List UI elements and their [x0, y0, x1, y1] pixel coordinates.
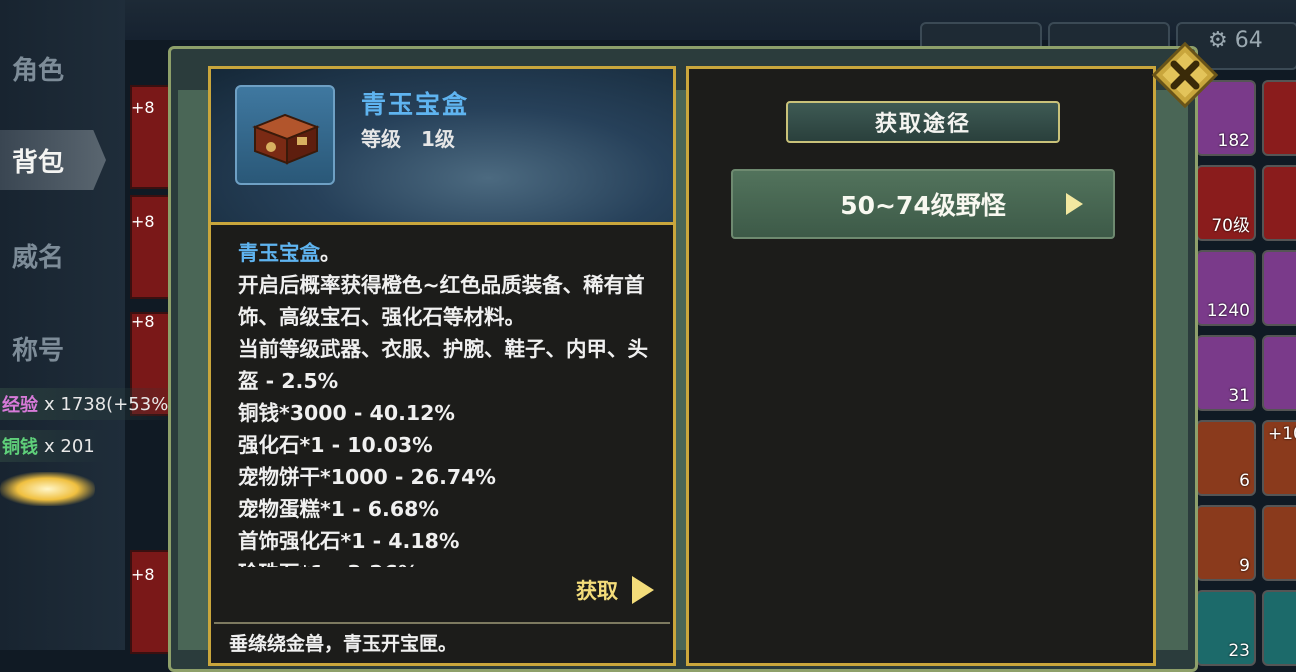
- item-count: 1240: [1206, 301, 1250, 321]
- item-name: 青玉宝盒: [361, 90, 470, 119]
- reward-amount: x 1738(+53%): [44, 393, 176, 415]
- item-level: 等级 1级: [361, 127, 455, 151]
- reward-copper: 铜钱 x 201: [0, 430, 107, 462]
- item-count: +10: [1268, 424, 1296, 444]
- get-button[interactable]: 获取: [576, 575, 654, 605]
- item-icon-box: [235, 85, 335, 185]
- enhance-badge: +8: [131, 212, 155, 231]
- desc-line: 宠物蛋糕*1 - 6.68%: [238, 497, 439, 521]
- source-label: 50~74级野怪: [840, 191, 1006, 220]
- acquisition-panel: 获取途径 50~74级野怪: [686, 66, 1156, 666]
- desc-line: 首饰强化石*1 - 4.18%: [238, 529, 460, 553]
- enhance-badge: +8: [131, 98, 155, 117]
- desc-line: 强化石*1 - 10.03%: [238, 433, 433, 457]
- nav-label: 角色: [12, 55, 65, 86]
- inventory-cell[interactable]: +10: [1262, 420, 1296, 496]
- inventory-cell[interactable]: 9: [1196, 505, 1256, 581]
- item-count: 70级: [1211, 216, 1250, 236]
- item-count: 23: [1228, 641, 1250, 661]
- inventory-cell[interactable]: [1262, 165, 1296, 241]
- treasure-chest-icon: [252, 113, 320, 165]
- desc-line: 珍珠石*1 - 3.26%: [238, 557, 658, 567]
- nav-item-bag[interactable]: 背包: [0, 130, 106, 190]
- item-flavor-text: 垂绦绕金兽，青玉开宝匣。: [229, 633, 458, 655]
- get-label: 获取: [576, 579, 618, 603]
- enhance-badge: +8: [131, 565, 155, 584]
- currency-value: 64: [1234, 28, 1263, 53]
- inventory-cell[interactable]: 1240: [1196, 250, 1256, 326]
- nav-item-fame[interactable]: 威名: [0, 225, 110, 285]
- inventory-cell[interactable]: 南: [1262, 590, 1296, 666]
- inventory-cell[interactable]: [1262, 505, 1296, 581]
- reward-name: 经验: [2, 395, 38, 416]
- inventory-cell[interactable]: [1262, 335, 1296, 411]
- close-icon: [1151, 41, 1219, 109]
- inventory-cell[interactable]: 23: [1196, 590, 1256, 666]
- glow-effect: [0, 472, 95, 506]
- reward-amount: x 201: [44, 435, 95, 457]
- reward-name: 铜钱: [2, 437, 38, 458]
- play-arrow-icon: [632, 576, 654, 604]
- nav-label: 威名: [12, 242, 65, 273]
- play-arrow-icon: [1066, 193, 1083, 215]
- desc-item-name: 青玉宝盒: [238, 241, 320, 265]
- reward-exp: 经验 x 1738(+53%): [0, 388, 188, 420]
- item-header: 青玉宝盒 等级 1级: [211, 69, 673, 225]
- acquisition-title: 获取途径: [786, 101, 1060, 143]
- inventory-cell[interactable]: [1262, 250, 1296, 326]
- footer-divider: [214, 622, 670, 624]
- side-nav: 角色 背包 威名 称号: [0, 0, 125, 650]
- item-count: 6: [1239, 471, 1250, 491]
- nav-item-character[interactable]: 角色: [0, 38, 110, 98]
- inventory-cell[interactable]: 6: [1196, 420, 1256, 496]
- desc-punct: 。: [320, 241, 341, 265]
- desc-line: 开启后概率获得橙色~红色品质装备、稀有首饰、高级宝石、强化石等材料。: [238, 273, 645, 329]
- item-description: 青玉宝盒。 开启后概率获得橙色~红色品质装备、稀有首饰、高级宝石、强化石等材料。…: [238, 237, 658, 567]
- inventory-cell[interactable]: 70级: [1196, 165, 1256, 241]
- item-info-panel: 青玉宝盒 等级 1级 青玉宝盒。 开启后概率获得橙色~红色品质装备、稀有首饰、高…: [208, 66, 676, 666]
- inventory-cell[interactable]: [1262, 80, 1296, 156]
- inventory-cell[interactable]: 31: [1196, 335, 1256, 411]
- header-divider: [211, 222, 673, 225]
- desc-line: 铜钱*3000 - 40.12%: [238, 401, 455, 425]
- nav-item-title[interactable]: 称号: [0, 318, 110, 378]
- item-count: 182: [1217, 131, 1250, 151]
- desc-line: 当前等级武器、衣服、护腕、鞋子、内甲、头盔 - 2.5%: [238, 337, 648, 393]
- item-count: 31: [1228, 386, 1250, 406]
- item-count: 9: [1239, 556, 1250, 576]
- desc-line: 宠物饼干*1000 - 26.74%: [238, 465, 496, 489]
- nav-label: 称号: [12, 335, 65, 366]
- source-button[interactable]: 50~74级野怪: [731, 169, 1115, 239]
- close-button[interactable]: [1150, 40, 1220, 110]
- nav-label: 背包: [12, 147, 65, 178]
- enhance-badge: +8: [131, 312, 155, 331]
